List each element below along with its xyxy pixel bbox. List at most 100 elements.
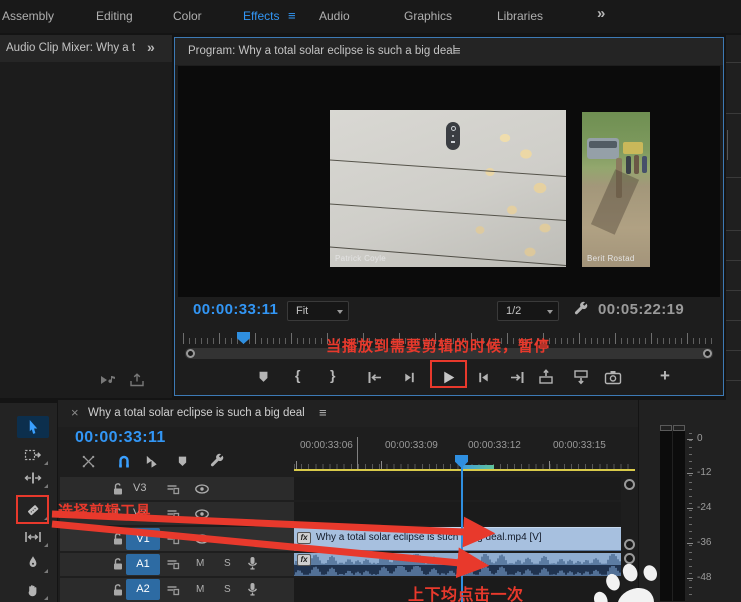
play-note-glyph (100, 373, 118, 387)
solo-button-a1[interactable]: S (224, 558, 231, 569)
selection-tool[interactable] (17, 416, 49, 438)
sync-lock-icon[interactable] (166, 507, 180, 521)
lock-icon[interactable] (112, 557, 124, 571)
zoom-level-select[interactable]: Fit (287, 301, 349, 321)
video-frame-right-clip: Berit Rostad (582, 112, 650, 267)
audio-clip-a1[interactable]: fx (294, 553, 621, 576)
track-name-v3[interactable]: V3 (133, 482, 146, 494)
timeline-scroll-handle-top[interactable] (624, 479, 635, 490)
mute-button-a2[interactable]: M (196, 584, 204, 595)
step-forward-button[interactable] (470, 365, 496, 389)
mic-icon[interactable] (246, 556, 259, 571)
extract-button[interactable] (568, 365, 594, 389)
linked-selection-icon[interactable] (142, 452, 160, 470)
workspace-overflow-icon[interactable]: » (597, 5, 605, 22)
pen-icon (26, 555, 40, 571)
step-back-button[interactable] (396, 365, 422, 389)
work-area-bar[interactable] (294, 469, 635, 471)
ripple-edit-icon (24, 471, 42, 485)
selection-arrow-icon (26, 419, 41, 436)
track-content-v2[interactable] (294, 502, 621, 525)
workspace-tab-libraries[interactable]: Libraries (497, 9, 543, 23)
playback-resolution-select[interactable]: 1/2 (497, 301, 559, 321)
add-marker-button[interactable] (250, 365, 276, 389)
track-header-a1: A1 M S (60, 553, 294, 576)
razor-tool[interactable] (17, 499, 49, 521)
mark-out-button[interactable]: } (330, 367, 335, 383)
waveform-bottom (294, 565, 621, 576)
program-settings-wrench-icon[interactable] (571, 299, 591, 319)
program-current-timecode[interactable]: 00:00:33:11 (193, 301, 278, 318)
slip-tool[interactable] (17, 526, 49, 548)
audio-clip-lower-lane (294, 565, 621, 576)
pen-tool[interactable] (17, 552, 49, 574)
program-total-timecode: 00:05:22:19 (598, 301, 684, 318)
track-target-a1[interactable]: A1 (126, 554, 160, 575)
left-clip-caption: Patrick Coyle (335, 254, 386, 263)
sync-lock-icon[interactable] (166, 557, 180, 571)
workspace-tab-graphics[interactable]: Graphics (404, 9, 452, 23)
timeline-tab-close-icon[interactable]: × (71, 405, 79, 420)
workspace-tab-editing[interactable]: Editing (96, 9, 133, 23)
razor-icon (25, 502, 41, 518)
play-with-audition-icon[interactable] (99, 372, 119, 388)
lock-icon[interactable] (112, 482, 124, 496)
video-clip-v1[interactable]: fx Why a total solar eclipse is such a b… (294, 527, 621, 551)
workspace-tab-assembly[interactable]: Assembly (2, 9, 54, 23)
timeline-current-timecode[interactable]: 00:00:33:11 (75, 429, 166, 447)
timeline-settings-wrench-icon[interactable] (208, 452, 226, 470)
timeline-scroll-handle-mid[interactable] (624, 539, 635, 550)
workspace-tab-color[interactable]: Color (173, 9, 202, 23)
tools-panel (0, 403, 57, 602)
snap-magnet-icon[interactable] (115, 452, 133, 470)
lock-icon[interactable] (112, 532, 124, 546)
go-to-in-button[interactable] (361, 365, 387, 389)
annotation-select-tool-tip: 选择剪辑工具 (58, 500, 151, 521)
track-select-forward-tool[interactable] (17, 444, 49, 466)
timeline-tab-title[interactable]: Why a total solar eclipse is such a big … (88, 407, 305, 419)
sync-lock-icon[interactable] (166, 482, 180, 496)
ripple-edit-tool[interactable] (17, 467, 49, 489)
export-mix-icon[interactable] (127, 372, 147, 388)
mixer-tab-title[interactable]: Audio Clip Mixer: Why a t (6, 42, 140, 54)
meter-bar-right (673, 431, 685, 601)
workspace-tab-audio[interactable]: Audio (319, 9, 350, 23)
meter-scale-0: 0 (697, 433, 703, 444)
audio-clip-mixer-panel: Audio Clip Mixer: Why a t » (0, 35, 172, 398)
export-frame-camera-button[interactable] (600, 365, 626, 389)
sync-lock-icon[interactable] (166, 532, 180, 546)
timeline-add-marker-icon[interactable] (173, 452, 191, 470)
video-frame-left-clip: Patrick Coyle (330, 110, 566, 267)
workspace-menu-icon[interactable]: ≡ (288, 8, 296, 23)
program-tab-title[interactable]: Program: Why a total solar eclipse is su… (188, 45, 455, 57)
timeline-menu-icon[interactable]: ≡ (319, 405, 327, 420)
track-output-eye-icon[interactable] (194, 483, 210, 495)
lift-button[interactable] (533, 365, 559, 389)
nest-toggle-icon[interactable] (79, 452, 97, 470)
scrollbar-left-handle[interactable] (186, 349, 195, 358)
scrollbar-right-handle[interactable] (703, 349, 712, 358)
track-output-eye-icon[interactable] (194, 508, 210, 520)
meter-scale-48: -48 (697, 572, 711, 583)
play-button[interactable] (435, 365, 461, 389)
mute-button-a1[interactable]: M (196, 558, 204, 569)
lock-icon[interactable] (112, 583, 124, 597)
track-target-a2[interactable]: A2 (126, 579, 160, 600)
workspace-tab-effects[interactable]: Effects (243, 9, 279, 23)
mixer-panel-header: Audio Clip Mixer: Why a t » (0, 35, 172, 62)
go-to-out-button[interactable] (504, 365, 530, 389)
mic-icon[interactable] (246, 582, 259, 597)
audio-clip-upper-lane (294, 553, 621, 565)
button-editor-plus[interactable]: + (660, 366, 670, 386)
solo-button-a2[interactable]: S (224, 584, 231, 595)
annotation-pause-tip: 当播放到需要剪辑的时候，暂停 (326, 335, 550, 356)
mark-in-button[interactable]: { (295, 367, 300, 383)
mixer-overflow-icon[interactable]: » (147, 39, 155, 55)
track-content-v3[interactable] (294, 477, 621, 500)
sync-lock-icon[interactable] (166, 583, 180, 597)
track-output-eye-icon[interactable] (194, 533, 210, 545)
track-target-v1[interactable]: V1 (126, 528, 160, 550)
meter-minor-ticks (689, 433, 692, 599)
program-menu-icon[interactable]: ≡ (453, 43, 461, 58)
hand-tool[interactable] (17, 579, 49, 601)
